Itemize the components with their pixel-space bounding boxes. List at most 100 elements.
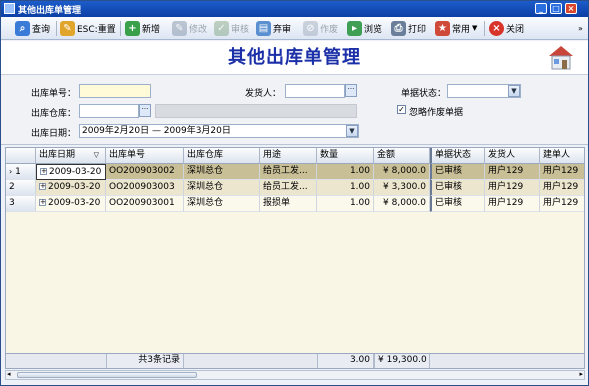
date-label: 出库日期： (31, 129, 77, 139)
chevron-down-icon[interactable]: ▼ (508, 85, 520, 97)
browse-icon: ▸ (347, 20, 362, 36)
common-menu-button[interactable]: ★ 常用 ▼ (435, 19, 477, 37)
creator-cell[interactable]: 用户129 (540, 196, 584, 212)
col-header-quantity[interactable]: 数量 (317, 148, 374, 164)
table-row[interactable]: 2 +2009-03-20 OO200903003 深圳总仓 给员工发... 1… (6, 180, 584, 196)
reset-button[interactable]: ✎ ESC:重置 (60, 19, 116, 37)
status-cell[interactable]: 已审核 (430, 196, 485, 212)
shipper-picker-button[interactable]: ··· (345, 84, 357, 97)
col-header-warehouse[interactable]: 出库仓库 (184, 148, 260, 164)
toolbar-overflow[interactable]: » (578, 19, 583, 37)
col-header-creator[interactable]: 建单人 (540, 148, 584, 164)
record-count: 共3条记录 (106, 354, 184, 368)
col-header-date[interactable]: 出库日期 ▽ (36, 148, 106, 164)
main-window: 其他出库单管理 _ □ × ⌕ 查询 ✎ ESC:重置 + 新增 ✎ 修改 ✓ 审核 ▤ 弃… (0, 0, 589, 386)
close-button[interactable]: × 关闭 (489, 19, 524, 37)
minimize-button[interactable]: _ (535, 3, 547, 14)
warehouse-cell[interactable]: 深圳总仓 (184, 180, 260, 196)
shipper-label: 发货人： (245, 89, 282, 99)
purpose-cell[interactable]: 给员工发... (260, 180, 317, 196)
date-cell[interactable]: +2009-03-20 (36, 196, 106, 212)
query-button[interactable]: ⌕ 查询 (15, 19, 50, 37)
current-row-indicator-icon: › (9, 167, 13, 176)
expand-icon[interactable]: + (40, 168, 47, 175)
col-header-amount[interactable]: 金额 (374, 148, 430, 164)
reset-icon: ✎ (60, 20, 75, 36)
warehouse-cell[interactable]: 深圳总仓 (184, 196, 260, 212)
table-row[interactable]: › 1 +2009-03-20 OO200903002 深圳总仓 给员工发...… (6, 164, 584, 180)
warehouse-name-display (155, 104, 357, 118)
col-header-purpose[interactable]: 用途 (260, 148, 317, 164)
col-header-order-no[interactable]: 出库单号 (106, 148, 184, 164)
edit-button[interactable]: ✎ 修改 (172, 19, 207, 37)
scroll-right-icon[interactable]: ▸ (579, 370, 583, 378)
status-cell[interactable]: 已审核 (430, 164, 485, 180)
quantity-cell[interactable]: 1.00 (317, 196, 374, 212)
add-icon: + (125, 20, 140, 36)
browse-button[interactable]: ▸ 浏览 (347, 19, 382, 37)
table-row[interactable]: 3 +2009-03-20 OO200903001 深圳总仓 报损单 1.00 … (6, 196, 584, 212)
warehouse-label: 出库仓库： (31, 109, 77, 119)
shipper-input[interactable] (285, 84, 345, 98)
unaudit-button[interactable]: ▤ 弃审 (256, 19, 291, 37)
amount-cell[interactable]: ¥ 3,300.0 (374, 180, 430, 196)
amount-cell[interactable]: ¥ 8,000.0 (374, 164, 430, 180)
scrollbar-thumb[interactable] (17, 372, 197, 378)
scroll-left-icon[interactable]: ◂ (7, 370, 11, 378)
title-bar: 其他出库单管理 _ □ × (1, 1, 588, 17)
shipper-cell[interactable]: 用户129 (485, 164, 540, 180)
quantity-cell[interactable]: 1.00 (317, 164, 374, 180)
void-button[interactable]: ⊘ 作废 (303, 19, 338, 37)
order-no-cell[interactable]: OO200903003 (106, 180, 184, 196)
audit-button[interactable]: ✓ 审核 (214, 19, 249, 37)
expand-icon[interactable]: + (39, 199, 46, 206)
order-no-input[interactable] (79, 84, 151, 98)
ignore-void-checkbox[interactable]: ✓ (397, 105, 406, 114)
grid-header-row: 出库日期 ▽ 出库单号 出库仓库 用途 数量 金额 单据状态 发货人 建单人 (6, 148, 584, 164)
window-title: 其他出库单管理 (18, 6, 82, 16)
favorites-icon: ★ (435, 20, 450, 36)
shipper-cell[interactable]: 用户129 (485, 180, 540, 196)
house-icon (549, 46, 573, 70)
purpose-cell[interactable]: 给员工发... (260, 164, 317, 180)
document-icon: ▤ (256, 20, 271, 36)
add-button[interactable]: + 新增 (125, 19, 160, 37)
date-cell[interactable]: +2009-03-20 (36, 164, 106, 180)
warehouse-picker-button[interactable]: ··· (139, 104, 151, 117)
warehouse-input[interactable] (79, 104, 139, 118)
search-icon: ⌕ (15, 20, 30, 36)
order-no-label: 出库单号： (31, 89, 77, 99)
shipper-cell[interactable]: 用户129 (485, 196, 540, 212)
chevron-down-icon: ▼ (472, 24, 478, 32)
print-button[interactable]: ⎙ 打印 (391, 19, 426, 37)
warehouse-cell[interactable]: 深圳总仓 (184, 164, 260, 180)
close-window-button[interactable]: × (565, 3, 577, 14)
page-title: 其他出库单管理 (228, 47, 361, 68)
close-icon: × (489, 20, 504, 36)
date-range-input[interactable]: 2009年2月20日 — 2009年3月20日 (79, 124, 359, 138)
quantity-cell[interactable]: 1.00 (317, 180, 374, 196)
row-number: › 1 (6, 164, 36, 180)
creator-cell[interactable]: 用户129 (540, 164, 584, 180)
maximize-button[interactable]: □ (550, 3, 562, 14)
date-cell[interactable]: +2009-03-20 (36, 180, 106, 196)
check-icon: ✓ (214, 20, 229, 36)
purpose-cell[interactable]: 报损单 (260, 196, 317, 212)
status-cell[interactable]: 已审核 (430, 180, 485, 196)
creator-cell[interactable]: 用户129 (540, 180, 584, 196)
amount-cell[interactable]: ¥ 8,000.0 (374, 196, 430, 212)
chevron-down-icon[interactable]: ▼ (346, 125, 358, 137)
toolbar-separator (484, 21, 485, 36)
order-no-cell[interactable]: OO200903001 (106, 196, 184, 212)
order-no-cell[interactable]: OO200903002 (106, 164, 184, 180)
horizontal-scrollbar[interactable]: ◂ ▸ (5, 370, 585, 380)
col-header-shipper[interactable]: 发货人 (485, 148, 540, 164)
toolbar: ⌕ 查询 ✎ ESC:重置 + 新增 ✎ 修改 ✓ 审核 ▤ 弃审 ⊘ 作废 ▸ 浏览 ⎙ 打印 … (1, 17, 588, 40)
toolbar-separator (120, 21, 121, 36)
col-header-status[interactable]: 单据状态 (430, 148, 485, 164)
edit-icon: ✎ (172, 20, 187, 36)
app-icon (4, 3, 15, 14)
printer-icon: ⎙ (391, 20, 406, 36)
filter-panel: 出库单号： 发货人： ··· 单据状态： ▼ 出库仓库： ··· ✓ 忽略作废单… (1, 74, 588, 145)
expand-icon[interactable]: + (39, 183, 46, 190)
